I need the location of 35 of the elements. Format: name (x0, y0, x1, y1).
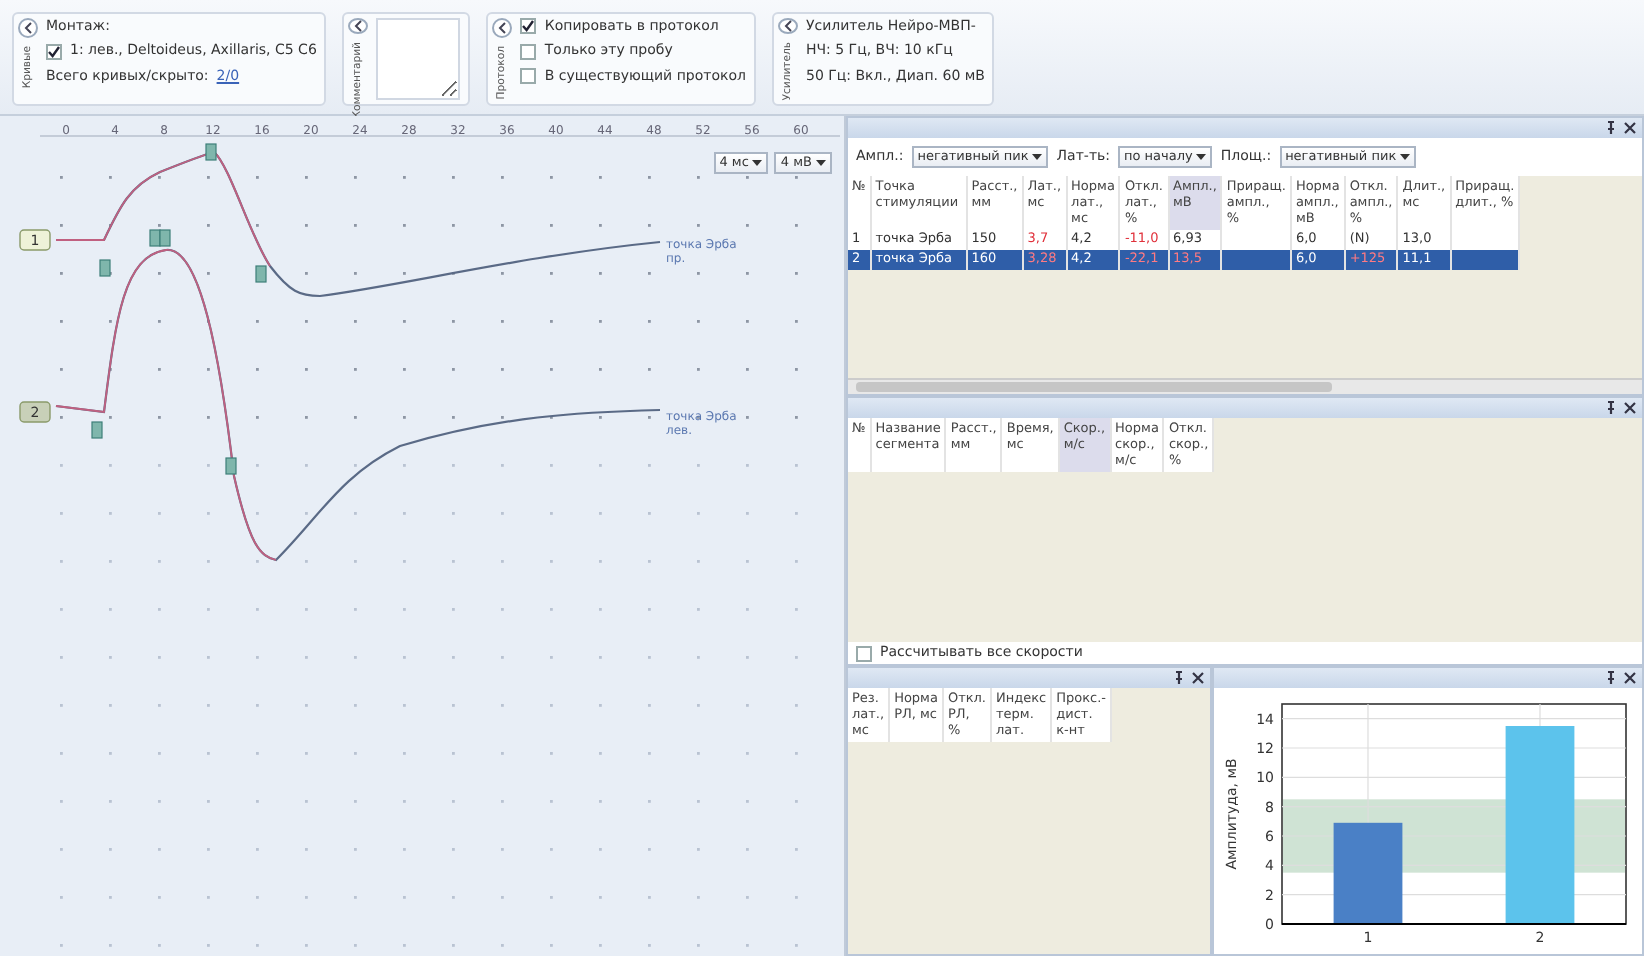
chevron-icon (498, 22, 507, 34)
collapse-button[interactable] (777, 18, 798, 34)
collapse-button[interactable] (348, 18, 369, 34)
cursor-marker[interactable] (225, 457, 237, 475)
caret-icon (1196, 154, 1207, 160)
checkbox[interactable] (520, 43, 537, 60)
cursor-marker[interactable] (255, 265, 267, 283)
pin-icon[interactable] (1606, 670, 1616, 686)
collapse-button[interactable] (18, 18, 38, 38)
chevron-icon (783, 20, 792, 32)
chevron-icon (24, 22, 32, 34)
checkbox[interactable] (520, 67, 537, 84)
collapse-button[interactable] (492, 18, 513, 38)
close-icon[interactable] (1624, 672, 1636, 684)
comment-field[interactable] (376, 18, 461, 100)
caret-icon (816, 160, 826, 166)
cursor-marker[interactable] (149, 229, 161, 247)
chevron-icon (354, 20, 363, 32)
cursor-marker[interactable] (91, 421, 103, 439)
checkbox[interactable] (520, 18, 537, 35)
cursor-marker[interactable] (159, 229, 171, 247)
caret-icon (1400, 154, 1411, 160)
checkbox[interactable] (46, 43, 62, 60)
caret-icon (1032, 154, 1043, 160)
close-icon[interactable] (1624, 122, 1636, 134)
caret-icon (752, 160, 763, 166)
cursor-marker[interactable] (99, 259, 111, 277)
cursor-marker[interactable] (205, 143, 217, 161)
pin-icon[interactable] (1606, 400, 1616, 416)
pin-icon[interactable] (1174, 670, 1184, 686)
scrollbar-thumb[interactable] (856, 382, 1333, 392)
close-icon[interactable] (1624, 402, 1636, 414)
pin-icon[interactable] (1606, 120, 1616, 136)
checkbox[interactable] (856, 645, 872, 661)
close-icon[interactable] (1192, 672, 1204, 684)
